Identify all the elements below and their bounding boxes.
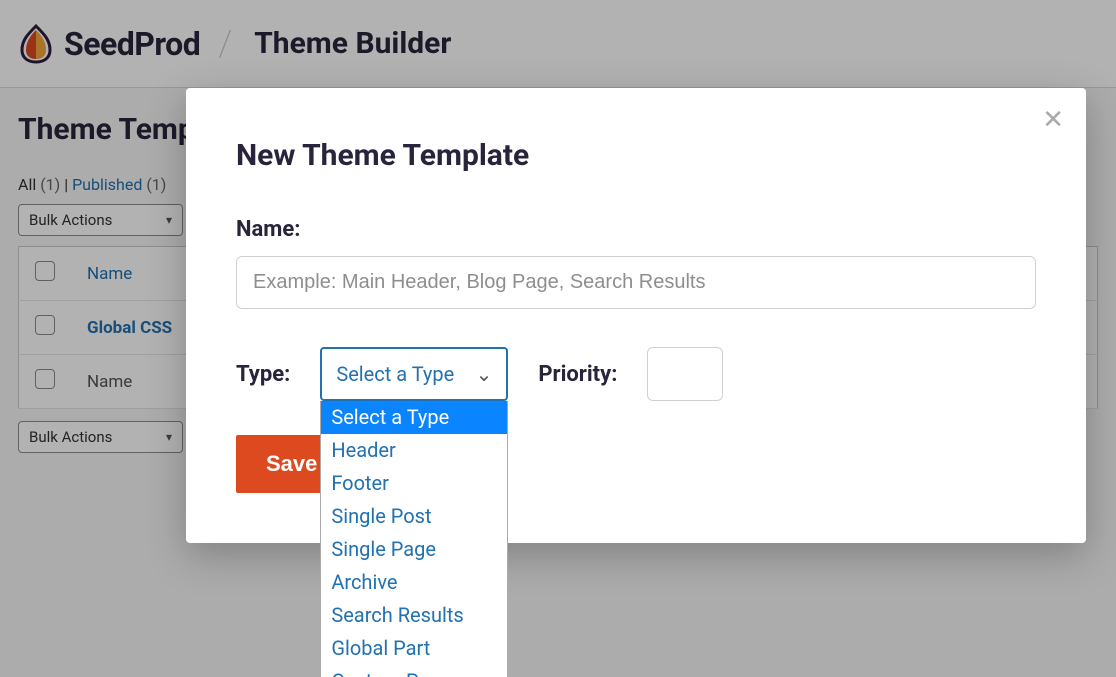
name-label: Name: xyxy=(236,217,1036,242)
chevron-down-icon: ⌄ xyxy=(476,362,493,386)
name-input[interactable] xyxy=(236,256,1036,309)
new-template-modal: ✕ New Theme Template Name: Type: Select … xyxy=(186,88,1086,543)
type-option[interactable]: Select a Type xyxy=(321,401,507,434)
type-option[interactable]: Single Post xyxy=(321,500,507,533)
type-select[interactable]: Select a Type ⌄ xyxy=(320,347,508,401)
close-icon: ✕ xyxy=(1042,104,1064,134)
type-option[interactable]: Single Page xyxy=(321,533,507,566)
type-dropdown: Select a Type Header Footer Single Post … xyxy=(320,401,508,677)
type-option[interactable]: Global Part xyxy=(321,632,507,665)
type-option[interactable]: Search Results xyxy=(321,599,507,632)
type-option[interactable]: Archive xyxy=(321,566,507,599)
type-option[interactable]: Footer xyxy=(321,467,507,500)
close-button[interactable]: ✕ xyxy=(1042,106,1064,132)
type-option[interactable]: Custom Page xyxy=(321,665,507,677)
type-option[interactable]: Header xyxy=(321,434,507,467)
type-label: Type: xyxy=(236,362,290,387)
modal-title: New Theme Template xyxy=(236,138,1036,173)
priority-label: Priority: xyxy=(538,362,617,387)
priority-input[interactable] xyxy=(647,347,723,401)
